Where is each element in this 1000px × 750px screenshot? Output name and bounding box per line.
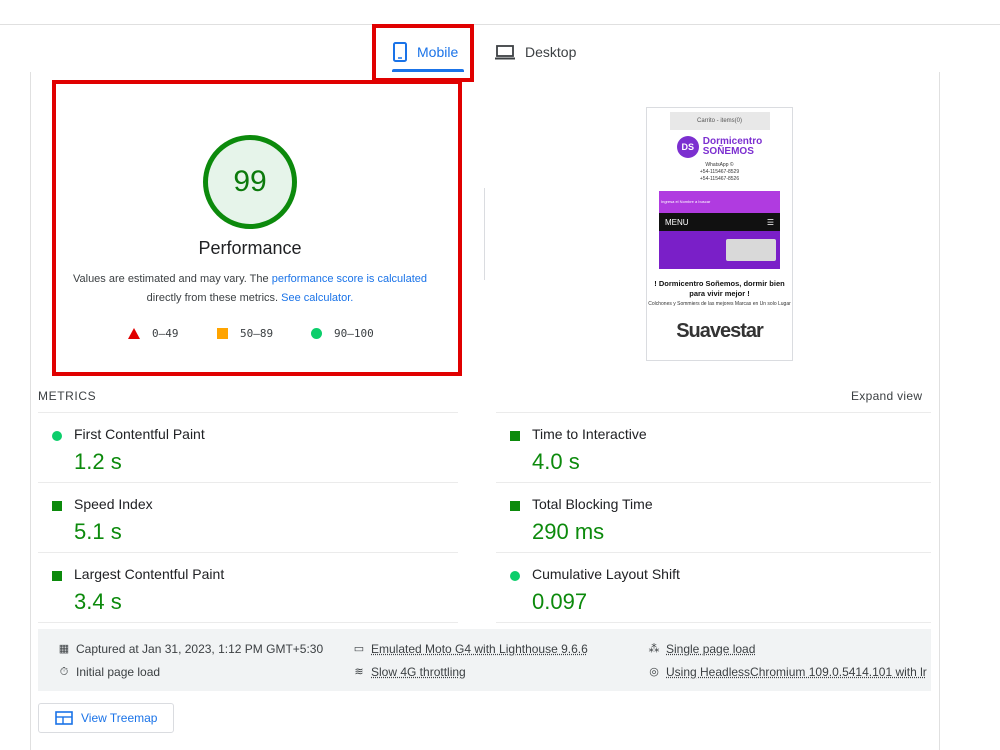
info-browser-text: Using HeadlessChromium 109.0.5414.101 wi…: [666, 665, 927, 679]
thumb-banner: [659, 231, 780, 269]
tab-desktop-label: Desktop: [525, 44, 576, 60]
metric-time-to-interactive: Time to Interactive 4.0 s: [494, 413, 914, 483]
info-browser[interactable]: ◎ Using HeadlessChromium 109.0.5414.101 …: [648, 665, 927, 679]
thumb-menu-label: MENU: [665, 218, 689, 227]
metric-square-icon: [52, 501, 62, 511]
thumb-headline: ! Dormicentro Soñemos, dormir bien para …: [647, 279, 792, 299]
runtime-settings-bar: [38, 629, 931, 691]
metric-square-icon: [510, 501, 520, 511]
metric-good-circle-icon: [52, 431, 62, 441]
metric-value: 1.2 s: [74, 449, 122, 475]
thumb-cart: Carrito - items(0): [670, 112, 770, 130]
thumb-logo: DS Dormicentro SOÑEMOS: [647, 136, 792, 158]
metric-largest-contentful-paint: Largest Contentful Paint 3.4 s: [36, 553, 456, 623]
metric-label: First Contentful Paint: [74, 426, 205, 442]
devices-icon: ▭: [353, 643, 365, 655]
info-throttling-text: Slow 4G throttling: [371, 665, 466, 679]
metric-value: 0.097: [532, 589, 587, 615]
top-divider: [0, 24, 1000, 25]
metric-value: 5.1 s: [74, 519, 122, 545]
info-initial-load-text: Initial page load: [76, 665, 160, 679]
metric-label: Largest Contentful Paint: [74, 566, 224, 582]
metric-first-contentful-paint: First Contentful Paint 1.2 s: [36, 413, 456, 483]
metric-label: Speed Index: [74, 496, 153, 512]
thumb-brand-logo: Suavestar: [647, 320, 792, 343]
tab-desktop[interactable]: Desktop: [495, 34, 576, 70]
vertical-divider: [484, 188, 485, 280]
expand-view-button[interactable]: Expand view: [851, 389, 922, 403]
thumb-phone1: +54-115467-8529: [647, 169, 792, 176]
thumb-logo-text: Dormicentro SOÑEMOS: [703, 137, 762, 157]
hamburger-icon: ☰: [767, 218, 774, 227]
metric-label: Total Blocking Time: [532, 496, 653, 512]
info-captured: ▦ Captured at Jan 31, 2023, 1:12 PM GMT+…: [58, 642, 323, 656]
metric-square-icon: [510, 431, 520, 441]
metric-value: 4.0 s: [532, 449, 580, 475]
metric-speed-index: Speed Index 5.1 s: [36, 483, 456, 553]
metrics-header: METRICS: [38, 389, 96, 403]
thumb-contacts: WhatsApp © +54-115467-8529 +54-115467-85…: [647, 162, 792, 183]
metric-label: Cumulative Layout Shift: [532, 566, 680, 582]
treemap-icon: [55, 711, 73, 725]
metric-value: 290 ms: [532, 519, 604, 545]
laptop-icon: [495, 44, 515, 60]
page-screenshot-thumbnail[interactable]: Carrito - items(0) DS Dormicentro SOÑEMO…: [646, 107, 793, 361]
info-initial-load: ⏱ Initial page load: [58, 665, 160, 679]
info-single-page-text: Single page load: [666, 642, 755, 656]
mattress-image: [726, 239, 776, 261]
timer-icon: ⏱: [58, 666, 70, 678]
chrome-icon: ◎: [648, 666, 660, 678]
wifi-icon: ≋: [353, 666, 365, 678]
thumb-whatsapp: WhatsApp ©: [647, 162, 792, 169]
view-treemap-label: View Treemap: [81, 711, 157, 725]
info-single-page[interactable]: ⁂ Single page load: [648, 642, 755, 656]
info-emulated-text: Emulated Moto G4 with Lighthouse 9.6.6: [371, 642, 588, 656]
thumb-subtitle: Colchones y Sommiers de las mejores Marc…: [647, 301, 792, 308]
thumb-search-bar: Ingresa el Nombre a buscar: [659, 191, 780, 213]
highlight-box-score: [52, 80, 462, 376]
thumb-phone2: +54-115467-8526: [647, 176, 792, 183]
info-throttling[interactable]: ≋ Slow 4G throttling: [353, 665, 466, 679]
info-captured-text: Captured at Jan 31, 2023, 1:12 PM GMT+5:…: [76, 642, 323, 656]
calendar-icon: ▦: [58, 643, 70, 655]
nodes-icon: ⁂: [648, 643, 660, 655]
thumb-logo-line2: SOÑEMOS: [703, 147, 762, 157]
view-treemap-button[interactable]: View Treemap: [38, 703, 174, 733]
thumb-menu-bar: MENU ☰: [659, 213, 780, 231]
metric-total-blocking-time: Total Blocking Time 290 ms: [494, 483, 914, 553]
site-logo-icon: DS: [677, 136, 699, 158]
info-emulated[interactable]: ▭ Emulated Moto G4 with Lighthouse 9.6.6: [353, 642, 588, 656]
metric-value: 3.4 s: [74, 589, 122, 615]
metric-cumulative-layout-shift: Cumulative Layout Shift 0.097: [494, 553, 914, 623]
metric-good-circle-icon: [510, 571, 520, 581]
metric-square-icon: [52, 571, 62, 581]
metric-label: Time to Interactive: [532, 426, 647, 442]
